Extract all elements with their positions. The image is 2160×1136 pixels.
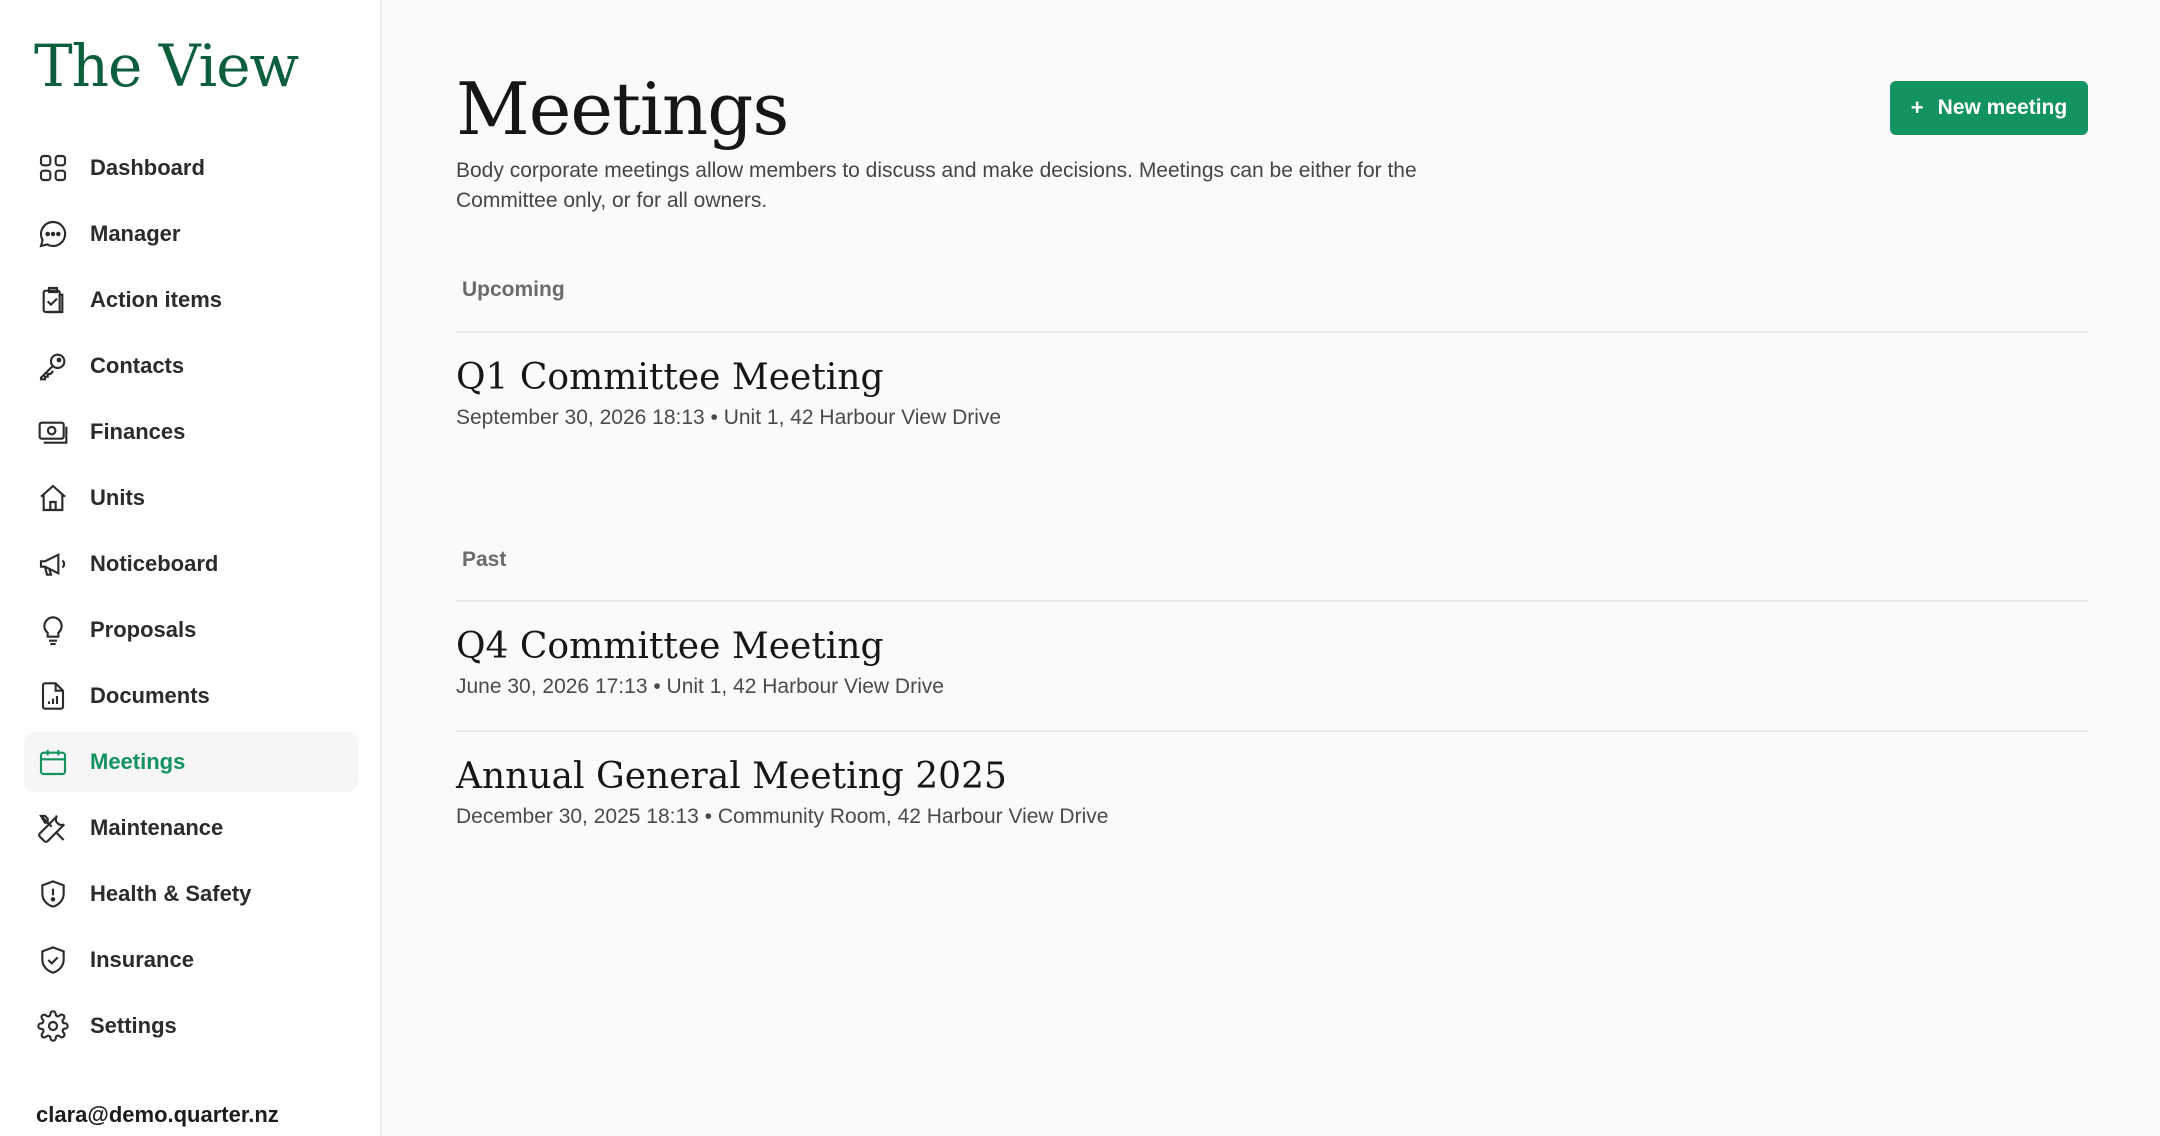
app-root: The View Dashboard Manager Action items — [0, 0, 2160, 1136]
new-meeting-label: New meeting — [1937, 96, 2068, 119]
meeting-meta: December 30, 2025 18:13 • Community Room… — [456, 805, 1109, 828]
meeting-meta: June 30, 2026 17:13 • Unit 1, 42 Harbour… — [456, 675, 944, 698]
sidebar-item-noticeboard[interactable]: Noticeboard — [24, 534, 358, 594]
document-chart-icon — [36, 679, 70, 713]
divider — [456, 730, 2088, 732]
sidebar-item-label: Finances — [90, 419, 186, 444]
meeting-meta: September 30, 2026 18:13 • Unit 1, 42 Ha… — [456, 406, 1002, 429]
sidebar-item-label: Units — [90, 485, 145, 510]
sidebar-item-label: Health & Safety — [90, 881, 252, 906]
meeting-title: Q4 Committee Meeting — [456, 626, 884, 667]
sidebar-item-label: Insurance — [90, 947, 194, 972]
sidebar-item-label: Action items — [90, 287, 223, 312]
sidebar-nav: Dashboard Manager Action items Contacts — [24, 138, 358, 1062]
meeting-item-agm-2025[interactable]: Annual General Meeting 2025 December 30,… — [456, 755, 2088, 829]
sidebar-item-label: Settings — [90, 1013, 177, 1038]
meeting-title: Q1 Committee Meeting — [456, 357, 884, 398]
divider — [456, 600, 2088, 602]
sidebar-item-label: Maintenance — [90, 815, 224, 840]
banknote-icon — [36, 415, 70, 449]
sidebar-item-manager[interactable]: Manager — [24, 204, 358, 264]
chat-bubble-icon — [36, 217, 70, 251]
lightbulb-icon — [36, 613, 70, 647]
gear-icon — [36, 1009, 70, 1043]
sidebar-item-label: Dashboard — [90, 155, 205, 180]
sidebar-item-maintenance[interactable]: Maintenance — [24, 798, 358, 858]
plus-icon: + — [1910, 95, 1924, 120]
main-content: Meetings Body corporate meetings allow m… — [382, 0, 2160, 1136]
sidebar-item-proposals[interactable]: Proposals — [24, 600, 358, 660]
sidebar: The View Dashboard Manager Action items — [0, 0, 382, 1136]
sidebar-item-dashboard[interactable]: Dashboard — [24, 138, 358, 198]
user-email[interactable]: clara@demo.quarter.nz — [36, 1102, 279, 1128]
sidebar-item-documents[interactable]: Documents — [24, 666, 358, 726]
sidebar-item-meetings[interactable]: Meetings — [24, 732, 358, 792]
divider — [456, 331, 2088, 333]
grid-icon — [36, 151, 70, 185]
meeting-title: Annual General Meeting 2025 — [456, 756, 1007, 797]
sidebar-item-units[interactable]: Units — [24, 468, 358, 528]
page-title: Meetings — [456, 67, 789, 151]
home-icon — [36, 481, 70, 515]
sidebar-item-label: Documents — [90, 683, 210, 708]
key-icon — [36, 349, 70, 383]
calendar-icon — [36, 745, 70, 779]
sidebar-item-action-items[interactable]: Action items — [24, 270, 358, 330]
new-meeting-button[interactable]: + New meeting — [1890, 81, 2088, 135]
sidebar-item-finances[interactable]: Finances — [24, 402, 358, 462]
sidebar-item-insurance[interactable]: Insurance — [24, 930, 358, 990]
sidebar-item-contacts[interactable]: Contacts — [24, 336, 358, 396]
sidebar-item-label: Manager — [90, 221, 181, 246]
meeting-item-q1-committee[interactable]: Q1 Committee Meeting September 30, 2026 … — [456, 356, 2088, 430]
page-description: Body corporate meetings allow members to… — [456, 159, 1417, 212]
past-section-label: Past — [462, 548, 507, 571]
sidebar-item-label: Proposals — [90, 617, 197, 642]
brand-logo[interactable]: The View — [34, 32, 299, 100]
tools-icon — [36, 811, 70, 845]
shield-alert-icon — [36, 877, 70, 911]
megaphone-icon — [36, 547, 70, 581]
upcoming-section-label: Upcoming — [462, 278, 565, 301]
sidebar-item-health-safety[interactable]: Health & Safety — [24, 864, 358, 924]
shield-check-icon — [36, 943, 70, 977]
sidebar-item-label: Meetings — [90, 749, 186, 774]
sidebar-item-label: Noticeboard — [90, 551, 219, 576]
meeting-item-q4-committee[interactable]: Q4 Committee Meeting June 30, 2026 17:13… — [456, 625, 2088, 699]
sidebar-item-label: Contacts — [90, 353, 185, 378]
sidebar-item-settings[interactable]: Settings — [24, 996, 358, 1056]
clipboard-check-icon — [36, 283, 70, 317]
